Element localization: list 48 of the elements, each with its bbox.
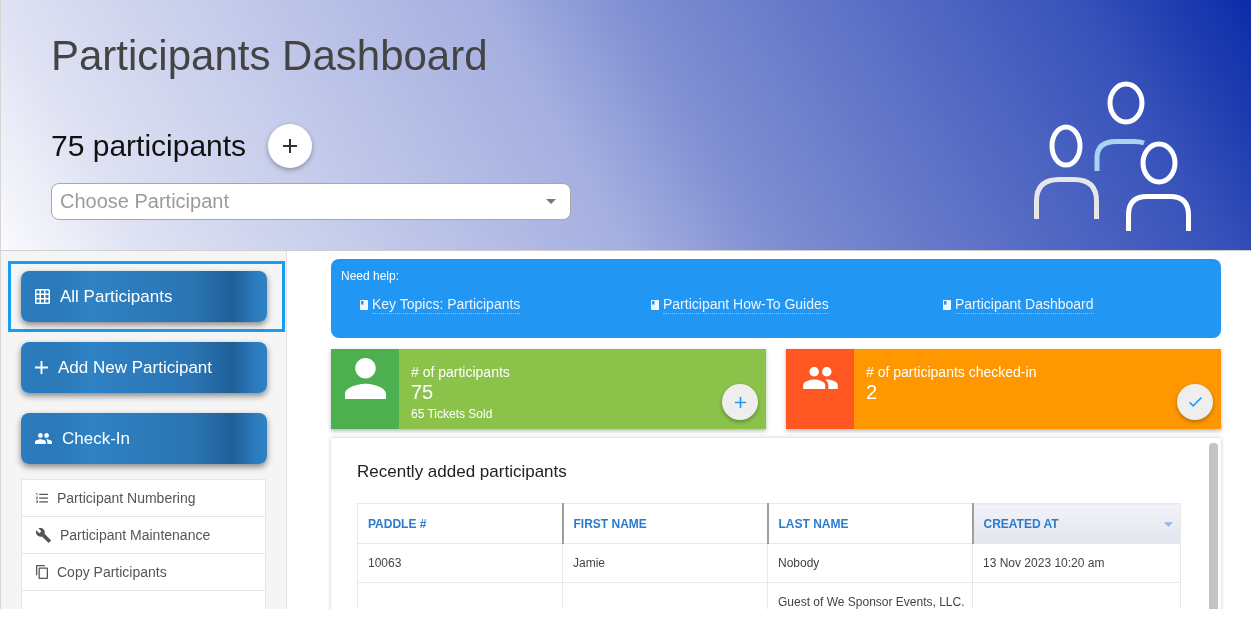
people-icon — [35, 433, 52, 444]
stat-title: # of participants checked-in — [866, 364, 1037, 380]
menu-item[interactable]: Participant Maintenance — [22, 517, 265, 554]
table-cell: 13 Nov 2023 10:20 am — [972, 543, 1181, 583]
column-header[interactable]: PADDLE # — [357, 503, 563, 544]
column-header[interactable]: LAST NAME — [767, 503, 973, 544]
menu-item[interactable]: Copy Participants — [22, 554, 265, 591]
numbered-list-icon — [36, 493, 48, 503]
stat-title: # of participants — [411, 364, 510, 380]
stat-note: 65 Tickets Sold — [411, 407, 493, 421]
check-icon — [1188, 397, 1202, 407]
plus-icon — [283, 139, 298, 153]
book-icon — [651, 299, 659, 310]
menu-item[interactable]: Participant Numbering — [22, 480, 265, 517]
stat-value: 2 — [866, 380, 878, 404]
caret-icon — [546, 199, 556, 204]
sidebar-button[interactable]: Check-In — [21, 413, 267, 464]
sidebar-button[interactable]: Add New Participant — [21, 342, 267, 393]
add-button[interactable] — [722, 384, 758, 420]
help-link[interactable]: Participant How-To Guides — [651, 295, 829, 314]
card-title: Recently added participants — [357, 462, 567, 482]
person-icon — [344, 357, 386, 399]
column-header[interactable]: FIRST NAME — [562, 503, 768, 544]
table-cell: 10063 — [357, 543, 563, 583]
add-participant-button[interactable] — [268, 124, 313, 168]
stat-value: 75 — [411, 380, 434, 404]
wrench-icon — [36, 527, 51, 543]
people-icon — [802, 367, 838, 389]
book-icon — [360, 299, 368, 310]
caret-icon — [1164, 522, 1173, 527]
page-title: Participants Dashboard — [51, 31, 489, 81]
check-in-button[interactable] — [1177, 384, 1213, 420]
plus-icon — [35, 361, 48, 374]
participant-count: 75 participants — [51, 129, 247, 163]
help-link[interactable]: Participant Dashboard — [943, 295, 1094, 314]
column-header[interactable]: CREATED AT — [972, 503, 1181, 544]
plus-icon — [734, 396, 746, 408]
help-link[interactable]: Key Topics: Participants — [360, 295, 521, 314]
grid-icon — [35, 289, 50, 304]
scrollbar-thumb[interactable] — [1209, 443, 1218, 609]
sidebar-button[interactable]: All Participants — [21, 271, 267, 322]
table-cell: Jamie — [562, 543, 768, 583]
participant-select[interactable]: Choose Participant — [51, 183, 571, 220]
book-icon — [943, 299, 951, 310]
copy-icon — [36, 565, 48, 579]
table-cell: Nobody — [767, 543, 973, 583]
help-label: Need help: — [341, 269, 401, 283]
table-cell: Guest of We Sponsor Events, LLC. — [767, 582, 973, 609]
